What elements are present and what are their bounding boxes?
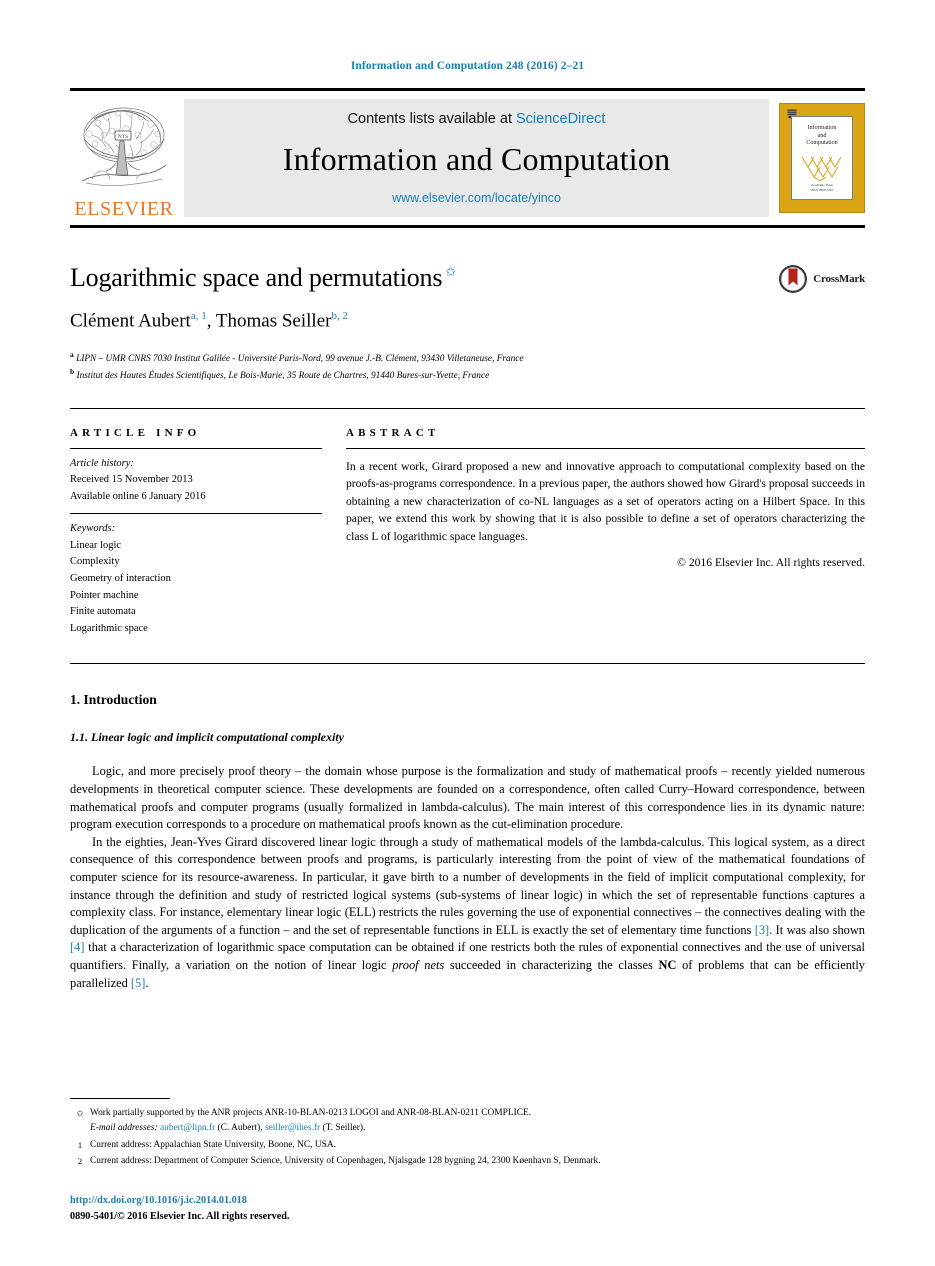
section-heading-1: 1. Introduction (70, 692, 157, 708)
abstract-column: ABSTRACT In a recent work, Girard propos… (346, 427, 865, 638)
footnote-funding-line: Work partially supported by the ANR proj… (90, 1108, 532, 1119)
affiliation-list: a LIPN – UMR CNRS 7030 Institut Galilée … (70, 349, 865, 384)
cover-footer-line-2: ISSN 0890-5401 (810, 188, 834, 193)
article-title-text: Logarithmic space and permutations (70, 263, 443, 292)
info-top-divider (70, 407, 865, 409)
paragraph-2-italic-term: proof nets (392, 958, 445, 972)
elsevier-tree-icon: NTS (74, 101, 174, 199)
article-info-column: ARTICLE INFO Article history: Received 1… (70, 427, 322, 638)
journal-cover-thumbnail[interactable]: Information and Computation Academic Pre… (779, 103, 865, 213)
footnote-item-2: 2 Current address: Department of Compute… (70, 1154, 865, 1169)
footnote-mark: 1 (77, 1139, 83, 1150)
paragraph-2-segment: . It was also shown (769, 922, 865, 937)
cover-inner: Information and Computation Academic Pre… (791, 116, 853, 200)
title-footnote-marker[interactable]: ✩ (445, 264, 456, 279)
footnote-mark: 2 (77, 1155, 83, 1166)
paragraph-2-segment: . (145, 975, 149, 990)
body-paragraph-2: In the eighties, Jean-Yves Girard discov… (70, 834, 865, 992)
info-abstract-region: ARTICLE INFO Article history: Received 1… (70, 427, 865, 638)
article-history-received: Received 15 November 2013 (70, 474, 193, 486)
introduction-section: 1. Introduction 1.1. Linear logic and im… (70, 692, 865, 992)
cover-footer: Academic Press ISSN 0890-5401 (811, 183, 834, 193)
issn-copyright-line: 0890-5401/© 2016 Elsevier Inc. All right… (70, 1210, 290, 1222)
crossmark-badge[interactable]: CrossMark (778, 264, 865, 294)
article-history-available-online: Available online 6 January 2016 (70, 490, 206, 502)
keyword-item: Linear logic (70, 539, 122, 551)
abstract-copyright: © 2016 Elsevier Inc. All rights reserved… (677, 555, 865, 569)
footnote-mark: ✩ (76, 1108, 84, 1119)
article-history-label: Article history: (70, 457, 134, 469)
journal-title: Information and Computation (282, 140, 671, 177)
keyword-item: Logarithmic space (70, 622, 148, 634)
author-list: Clément Auberta, 1, Thomas Seillerb, 2 (70, 310, 348, 332)
info-bottom-divider (70, 663, 865, 665)
masthead-center: Contents lists available at ScienceDirec… (184, 99, 769, 217)
affiliation-text: LIPN – UMR CNRS 7030 Institut Galilée - … (76, 353, 524, 364)
doi-link[interactable]: http://dx.doi.org/10.1016/j.ic.2014.01.0… (70, 1193, 289, 1208)
article-info-heading: ARTICLE INFO (70, 426, 201, 439)
abstract-heading: ABSTRACT (346, 426, 440, 439)
subsection-heading-1-1: 1.1. Linear logic and implicit computati… (70, 730, 344, 745)
colophon: http://dx.doi.org/10.1016/j.ic.2014.01.0… (70, 1193, 289, 1224)
email-owner-1: (C. Aubert), (215, 1123, 265, 1134)
cover-title: Information and Computation (806, 125, 837, 148)
keyword-item: Finite automata (70, 606, 136, 618)
keywords-label: Keywords: (70, 523, 116, 535)
crossmark-label: CrossMark (813, 273, 865, 285)
cover-title-line-2: and (817, 132, 827, 139)
keywords-block: Keywords: Linear logic Complexity Geomet… (70, 514, 322, 637)
article-page: Information and Computation 248 (2016) 2… (0, 0, 935, 1266)
crossmark-icon (779, 265, 808, 293)
citation-ref-5[interactable]: [5] (131, 976, 145, 990)
contents-available-line: Contents lists available at ScienceDirec… (348, 111, 606, 127)
citation-ref-4[interactable]: [4] (70, 940, 84, 954)
elsevier-wordmark: ELSEVIER (74, 198, 174, 220)
footnote-region: ✩ Work partially supported by the ANR pr… (70, 1098, 865, 1170)
affiliation-mark: b (70, 367, 75, 377)
affiliation-mark: a (70, 349, 74, 359)
title-block: CrossMark Logarithmic space and permutat… (70, 262, 865, 384)
keyword-item: Complexity (70, 556, 120, 568)
contents-prefix: Contents lists available at (347, 111, 516, 127)
paragraph-2-segment: succeeded in characterizing the classes (444, 958, 659, 972)
affiliation-text: Institut des Hautes Études Scientifiques… (76, 371, 490, 382)
article-history: Article history: Received 15 November 20… (70, 449, 322, 514)
citation-ref-3[interactable]: [3] (755, 923, 769, 937)
footnote-text: Current address: Department of Computer … (90, 1155, 601, 1166)
abstract-text: In a recent work, Girard proposed a new … (346, 459, 865, 543)
footnote-text: Current address: Appalachian State Unive… (90, 1139, 336, 1150)
elsevier-logo: NTS ELSEVIER (70, 91, 178, 225)
cover-title-line-1: Information (807, 125, 837, 131)
svg-text:NTS: NTS (118, 134, 128, 140)
footnote-email-line: E-mail addresses: aubert@lipn.fr (C. Aub… (90, 1121, 865, 1136)
affiliation-item: a LIPN – UMR CNRS 7030 Institut Galilée … (70, 349, 865, 367)
footnote-item-1: 1 Current address: Appalachian State Uni… (70, 1138, 865, 1153)
footnote-text: Work partially supported by the ANR proj… (90, 1106, 865, 1136)
affiliation-item: b Institut des Hautes Études Scientifiqu… (70, 366, 865, 384)
sciencedirect-link[interactable]: ScienceDirect (516, 111, 605, 127)
footnote-divider (70, 1098, 170, 1100)
email-link-seiller[interactable]: seiller@ihes.fr (265, 1123, 320, 1133)
page-title: Logarithmic space and permutations ✩ (70, 262, 865, 293)
email-link-aubert[interactable]: aubert@lipn.fr (160, 1123, 215, 1133)
paragraph-2-segment: In the eighties, Jean-Yves Girard discov… (70, 834, 865, 937)
email-owner-2: (T. Seiller). (320, 1123, 366, 1134)
email-addresses-label: E-mail addresses: (90, 1123, 158, 1134)
cover-triangles-graphic (801, 156, 842, 181)
running-head: Information and Computation 248 (2016) 2… (350, 60, 585, 72)
footnote-item-star: ✩ Work partially supported by the ANR pr… (70, 1106, 865, 1136)
cover-title-line-3: Computation (806, 140, 838, 146)
journal-url-link[interactable]: www.elsevier.com/locate/yinco (392, 191, 561, 205)
journal-masthead: NTS ELSEVIER Contents lists available at… (70, 88, 865, 228)
paragraph-2-bold-term: NC (658, 958, 677, 972)
keyword-item: Pointer machine (70, 589, 139, 601)
body-paragraph-1: Logic, and more precisely proof theory –… (70, 764, 865, 832)
keyword-item: Geometry of interaction (70, 572, 171, 584)
